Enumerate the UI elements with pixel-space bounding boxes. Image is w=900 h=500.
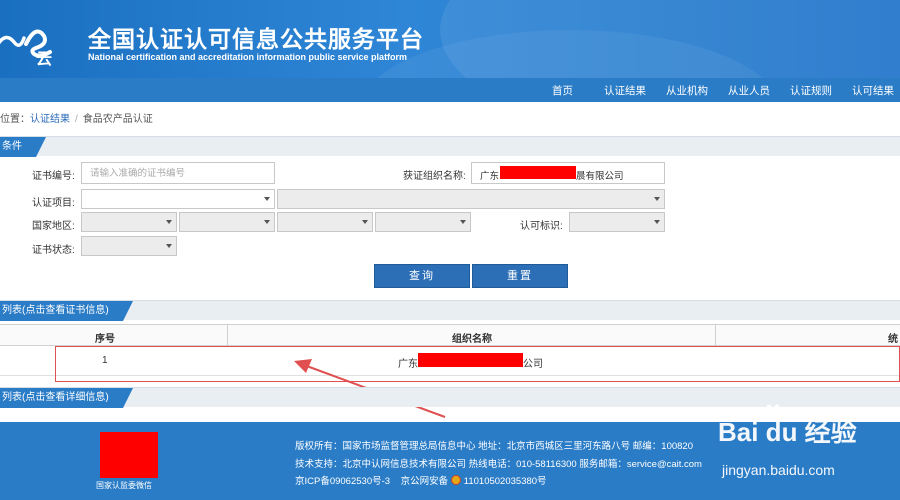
- query-button[interactable]: 查询: [374, 264, 470, 288]
- th-unified-code: 统: [888, 334, 898, 345]
- detail-section-title: 列表(点击查看详细信息): [0, 388, 133, 408]
- accr-mark-select[interactable]: [569, 212, 665, 232]
- nav-personnel[interactable]: 从业人员: [728, 83, 770, 98]
- annotation-highlight-box: [55, 346, 900, 382]
- qr-caption: 国家认监委微信: [96, 481, 152, 490]
- breadcrumb-separator: /: [75, 114, 78, 125]
- chevron-down-icon: [654, 220, 660, 224]
- watermark-text: Bai du 经验: [718, 417, 857, 447]
- org-name-value-suffix: 晨有限公司: [576, 171, 624, 182]
- accr-mark-label: 认可标识:: [520, 221, 563, 232]
- org-name-value-prefix: 广东: [480, 171, 500, 182]
- site-logo-icon[interactable]: 云: [0, 14, 70, 66]
- region-select-1[interactable]: [81, 212, 177, 232]
- list-section-bar: 列表(点击查看证书信息): [0, 300, 900, 321]
- chevron-down-icon: [460, 220, 466, 224]
- svg-text:云: 云: [36, 49, 52, 66]
- nav-home[interactable]: 首页: [552, 83, 573, 98]
- org-name-label: 获证组织名称:: [403, 171, 466, 182]
- site-header: 云 全国认证认可信息公共服务平台 National certification …: [0, 0, 900, 78]
- column-divider: [227, 325, 228, 347]
- region-label: 国家地区:: [32, 221, 75, 232]
- chevron-down-icon: [264, 220, 270, 224]
- watermark-url: jingyan.baidu.com: [722, 462, 835, 478]
- site-subtitle: National certification and accreditation…: [88, 52, 408, 62]
- footer-tech-support: 技术支持：北京中认网信息技术有限公司 热线电话：010-58116300 服务邮…: [295, 459, 702, 470]
- list-section-title: 列表(点击查看证书信息): [0, 301, 133, 321]
- nav-institutions[interactable]: 从业机构: [666, 83, 708, 98]
- reset-button[interactable]: 重置: [472, 264, 568, 288]
- conditions-section-bar: 条件: [0, 136, 900, 157]
- qr-code-redacted: [100, 432, 158, 478]
- cert-no-label: 证书编号:: [32, 171, 75, 182]
- breadcrumb-link-cert-results[interactable]: 认证结果: [30, 114, 70, 125]
- chevron-down-icon: [166, 220, 172, 224]
- region-select-3[interactable]: [277, 212, 373, 232]
- cert-no-input[interactable]: [81, 162, 275, 184]
- main-nav: 首页 认证结果 从业机构 从业人员 认证规则 认可结果: [0, 78, 900, 102]
- th-index: 序号: [95, 334, 115, 345]
- breadcrumb-current: 食品农产品认证: [82, 114, 153, 125]
- breadcrumb: 位置：认证结果 / 食品农产品认证: [0, 110, 153, 126]
- police-badge-icon: [450, 475, 461, 485]
- chevron-down-icon: [362, 220, 368, 224]
- footer-license: 京ICP备09062530号-3 京公网安备 11010502035380号: [295, 473, 547, 487]
- table-header: 序号 组织名称 统: [0, 324, 900, 347]
- nav-cert-results[interactable]: 认证结果: [604, 83, 646, 98]
- project-sub-select[interactable]: [277, 189, 665, 209]
- th-org-name: 组织名称: [452, 334, 492, 345]
- police-record-number[interactable]: 11010502035380号: [464, 476, 547, 487]
- project-select[interactable]: [81, 189, 275, 209]
- chevron-down-icon: [166, 244, 172, 248]
- footer-copyright: 版权所有：国家市场监督管理总局信息中心 地址：北京市西城区三里河东路八号 邮编：…: [295, 441, 693, 452]
- police-record-label: 京公网安备: [400, 476, 449, 487]
- chevron-down-icon: [654, 197, 660, 201]
- nav-accr-results[interactable]: 认可结果: [852, 83, 894, 98]
- nav-cert-rules[interactable]: 认证规则: [790, 83, 832, 98]
- status-label: 证书状态:: [32, 245, 75, 256]
- icp-number[interactable]: 京ICP备09062530号-3: [295, 476, 390, 487]
- baidu-jingyan-watermark: Bai du 经验 jingyan.baidu.com: [718, 402, 900, 500]
- region-select-2[interactable]: [179, 212, 275, 232]
- breadcrumb-prefix: 位置：: [0, 114, 30, 125]
- chevron-down-icon: [264, 197, 270, 201]
- redaction-block: [500, 166, 576, 179]
- project-label: 认证项目:: [32, 198, 75, 209]
- region-select-4[interactable]: [375, 212, 471, 232]
- column-divider: [715, 325, 716, 347]
- site-title: 全国认证认可信息公共服务平台: [88, 26, 424, 52]
- status-select[interactable]: [81, 236, 177, 256]
- conditions-section-title: 条件: [0, 137, 46, 157]
